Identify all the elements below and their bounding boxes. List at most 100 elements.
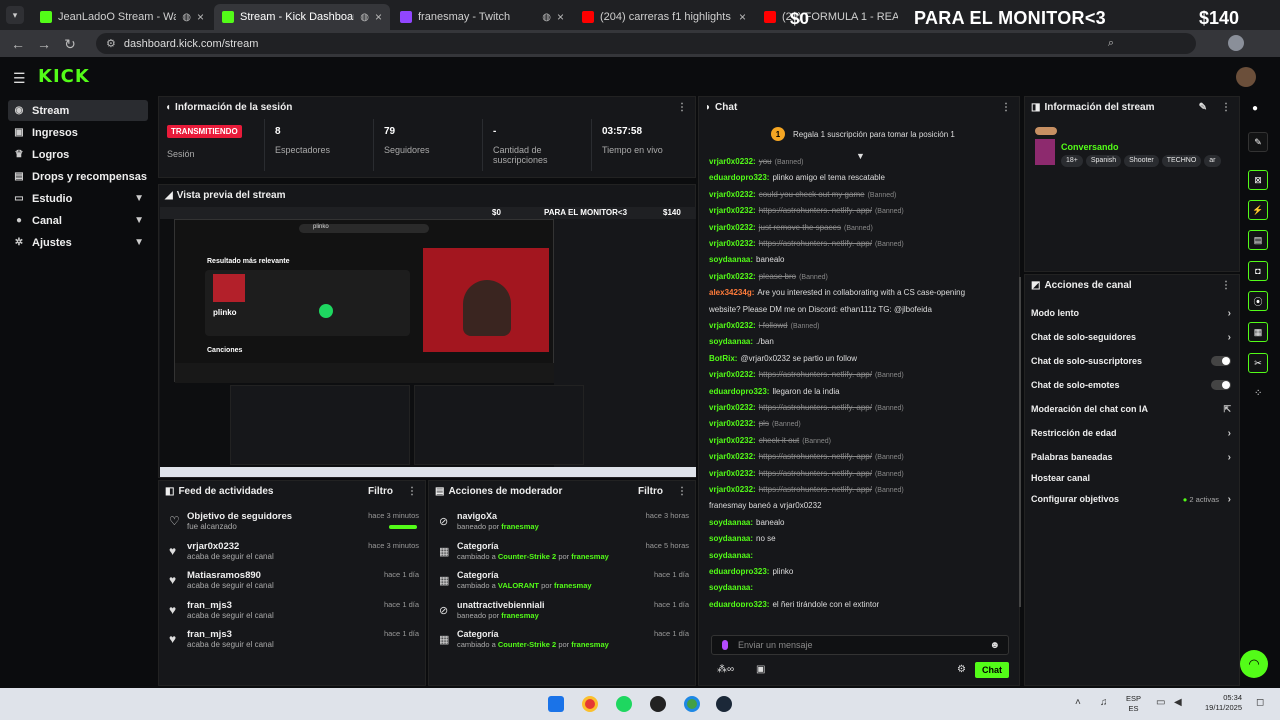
- close-tab-icon[interactable]: ×: [197, 10, 204, 24]
- forward-icon[interactable]: →: [32, 32, 56, 56]
- tool-button-3[interactable]: ▤: [1248, 230, 1268, 250]
- pinned-gift-banner[interactable]: 1 Regala 1 suscripción para tomar la pos…: [771, 125, 961, 143]
- emotes-only-toggle[interactable]: [1211, 380, 1231, 390]
- chat-message[interactable]: franesmay baneó a vrjar0x0232: [709, 501, 1009, 515]
- filter-button[interactable]: Filtro: [638, 486, 663, 497]
- chat-message[interactable]: eduardopro323: plinko amigo el tema resca…: [709, 173, 1009, 187]
- sidebar-item-drops[interactable]: ▤ Drops y recompensas: [8, 166, 148, 187]
- user-avatar[interactable]: [1236, 67, 1256, 87]
- sidebar-item-logros[interactable]: ♛ Logros: [8, 144, 148, 165]
- edit-icon[interactable]: ✎: [1199, 102, 1207, 113]
- site-info-icon[interactable]: ⚙: [106, 37, 116, 50]
- browser-tab-4[interactable]: (20) FORMULA 1 - REAL GONE: [756, 4, 906, 30]
- sidebar-item-ingresos[interactable]: ▣ Ingresos: [8, 122, 148, 143]
- spotify-icon[interactable]: [616, 696, 632, 712]
- close-tab-icon[interactable]: ×: [557, 10, 564, 24]
- more-tools-icon[interactable]: ⁘: [1254, 388, 1262, 399]
- store-icon[interactable]: ▣: [756, 664, 765, 675]
- chat-message[interactable]: soydaanaa: ./ban: [709, 337, 1009, 351]
- filter-button[interactable]: Filtro: [368, 486, 393, 497]
- chat-message[interactable]: vrjar0x0232: https://astrohunters. netlif…: [709, 452, 1009, 466]
- chat-username[interactable]: soydaanaa:: [709, 583, 753, 592]
- chat-username[interactable]: soydaanaa:: [709, 255, 753, 264]
- chat-username[interactable]: eduardopro323:: [709, 567, 769, 576]
- chrome-alt-icon[interactable]: [684, 696, 700, 712]
- more-options-icon[interactable]: ⋮: [1221, 280, 1231, 291]
- chat-username[interactable]: soydaanaa:: [709, 337, 753, 346]
- sidebar-item-canal[interactable]: ● Canal ▼: [8, 210, 148, 231]
- chat-username[interactable]: vrjar0x0232:: [709, 321, 756, 330]
- browser-tab-3[interactable]: (204) carreras f1 highlights edit ×: [574, 4, 754, 30]
- mute-icon[interactable]: ◍: [360, 12, 369, 23]
- chat-username[interactable]: vrjar0x0232:: [709, 370, 756, 379]
- chat-message[interactable]: vrjar0x0232: https://astrohunters. netlif…: [709, 239, 1009, 253]
- close-tab-icon[interactable]: ×: [739, 10, 746, 24]
- chat-username[interactable]: alex34234g:: [709, 288, 754, 297]
- close-tab-icon[interactable]: ×: [375, 10, 382, 24]
- chat-message[interactable]: soydaanaa: banealo: [709, 255, 1009, 269]
- chrome-icon[interactable]: [582, 696, 598, 712]
- more-options-icon[interactable]: ⋮: [407, 486, 417, 497]
- chat-username[interactable]: vrjar0x0232:: [709, 485, 756, 494]
- chat-message[interactable]: soydaanaa: no se: [709, 534, 1009, 548]
- kick-logo[interactable]: KICK: [38, 66, 90, 87]
- chat-message[interactable]: vrjar0x0232: please bro (Banned): [709, 272, 1009, 286]
- tool-button-2[interactable]: ⚡: [1248, 200, 1268, 220]
- chat-username[interactable]: eduardopro323:: [709, 173, 769, 182]
- chat-tools-icon[interactable]: ⁂∞: [717, 664, 734, 675]
- chat-username[interactable]: vrjar0x0232:: [709, 403, 756, 412]
- chat-message[interactable]: vrjar0x0232: https://astrohunters. netlif…: [709, 370, 1009, 384]
- subs-only-toggle[interactable]: [1211, 356, 1231, 366]
- chat-message[interactable]: vrjar0x0232: https://astrohunters. netlif…: [709, 206, 1009, 220]
- chat-message[interactable]: vrjar0x0232: https://astrohunters. netlif…: [709, 485, 1009, 499]
- more-options-icon[interactable]: ⋮: [1001, 102, 1011, 113]
- microphone-icon[interactable]: ♫: [1100, 697, 1108, 708]
- zoom-icon[interactable]: ⌕: [1108, 37, 1114, 50]
- chat-message[interactable]: vrjar0x0232: you (Banned): [709, 157, 1009, 171]
- chat-message[interactable]: alex34234g: Are you interested in collabo…: [709, 288, 1009, 302]
- action-slow-mode[interactable]: Modo lento ›: [1031, 302, 1231, 324]
- chat-settings-icon[interactable]: ⚙: [957, 664, 966, 675]
- browser-tab-1[interactable]: Stream - Kick Dashboard ◍ ×: [214, 4, 390, 30]
- profile-avatar[interactable]: [1228, 35, 1244, 51]
- chat-message[interactable]: vrjar0x0232: could you check out my game(…: [709, 190, 1009, 204]
- emoji-icon[interactable]: ☻: [989, 640, 1000, 651]
- chat-username[interactable]: BotRix:: [709, 354, 737, 363]
- chat-username[interactable]: eduardopro323:: [709, 387, 769, 396]
- chat-username[interactable]: vrjar0x0232:: [709, 223, 756, 232]
- action-followers-only[interactable]: Chat de solo-seguidores ›: [1031, 326, 1231, 348]
- tool-button-7[interactable]: ✂: [1248, 353, 1268, 373]
- sidebar-item-stream[interactable]: ◉ Stream: [8, 100, 148, 121]
- help-icon[interactable]: ●: [1252, 103, 1258, 114]
- obs-icon[interactable]: [650, 696, 666, 712]
- chat-username[interactable]: soydaanaa:: [709, 518, 753, 527]
- tab-search-button[interactable]: ▾: [6, 6, 24, 24]
- chat-username[interactable]: vrjar0x0232:: [709, 157, 756, 166]
- more-options-icon[interactable]: ⋮: [677, 102, 687, 113]
- chat-username[interactable]: vrjar0x0232:: [709, 436, 756, 445]
- chat-username[interactable]: vrjar0x0232:: [709, 206, 756, 215]
- sidebar-item-estudio[interactable]: ▭ Estudio ▼: [8, 188, 148, 209]
- back-icon[interactable]: ←: [6, 32, 30, 56]
- chat-message[interactable]: vrjar0x0232: just remove the spaces (Banne…: [709, 223, 1009, 237]
- stream-preview-video[interactable]: $0 PARA EL MONITOR<3 $140 plinko Resulta…: [160, 207, 696, 477]
- chat-message[interactable]: vrjar0x0232: https://astrohunters. netlif…: [709, 403, 1009, 417]
- volume-icon[interactable]: ◀: [1174, 697, 1182, 708]
- tool-button-4[interactable]: ◘: [1248, 261, 1268, 281]
- support-chat-button[interactable]: ◠: [1240, 650, 1268, 678]
- more-options-icon[interactable]: ⋮: [677, 486, 687, 497]
- notification-icon[interactable]: ◻: [1256, 697, 1264, 708]
- chat-message[interactable]: vrjar0x0232: pls (Banned): [709, 419, 1009, 433]
- tool-button-1[interactable]: ⊠: [1248, 170, 1268, 190]
- url-input[interactable]: ⚙ dashboard.kick.com/stream ⌕: [96, 33, 1196, 54]
- action-age-restriction[interactable]: Restricción de edad ›: [1031, 422, 1231, 444]
- language-indicator[interactable]: ESP ES: [1126, 694, 1141, 714]
- chat-input[interactable]: Enviar un mensaje ☻: [711, 635, 1009, 655]
- tool-button-6[interactable]: ▦: [1248, 322, 1268, 342]
- more-options-icon[interactable]: ⋮: [1221, 102, 1231, 113]
- browser-tab-2[interactable]: franesmay - Twitch ◍ ×: [392, 4, 572, 30]
- chat-username[interactable]: vrjar0x0232:: [709, 469, 756, 478]
- edit-tool-button[interactable]: ✎: [1248, 132, 1268, 152]
- reload-icon[interactable]: ↻: [58, 32, 82, 56]
- chat-message[interactable]: eduardopro323: el ñeri tirándole con el e…: [709, 600, 1009, 607]
